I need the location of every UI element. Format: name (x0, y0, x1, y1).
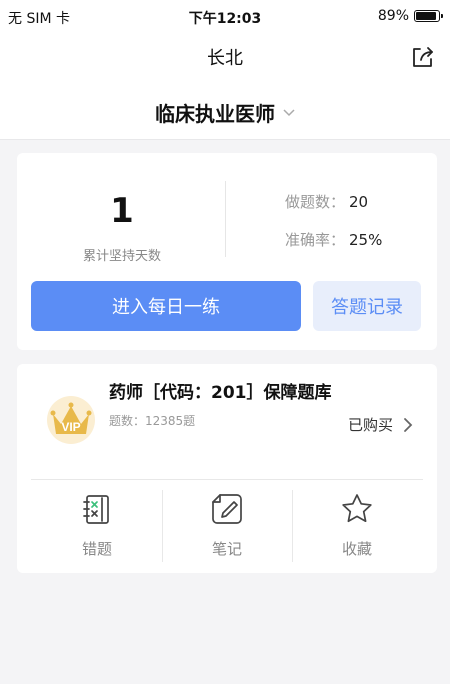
favorites-button[interactable]: 收藏 (292, 480, 422, 573)
vip-crown-icon: VIP (47, 396, 95, 444)
wrong-questions-button[interactable]: 错题 (32, 480, 162, 573)
notes-icon (212, 494, 242, 524)
subject-title: 临床执业医师 (155, 102, 275, 126)
battery-icon (414, 10, 443, 22)
star-icon (342, 494, 372, 523)
divider (225, 181, 226, 257)
purchase-status: 已购买 (348, 414, 413, 435)
question-count-label: 做题数： (285, 193, 346, 211)
nav-bar: 长北 (0, 34, 450, 78)
notes-label: 笔记 (211, 540, 242, 558)
wrong-questions-icon (83, 495, 109, 524)
notes-button[interactable]: 笔记 (162, 480, 292, 573)
answer-records-button[interactable]: 答题记录 (313, 281, 421, 331)
accuracy: 准确率： 25% (285, 229, 382, 250)
battery-status: 89% (377, 8, 443, 24)
subject-selector[interactable]: 临床执业医师 (0, 78, 450, 140)
vip-text: VIP (61, 420, 80, 434)
favorites-label: 收藏 (341, 540, 372, 558)
bank-question-count: 题数：12385题 (109, 414, 196, 428)
accuracy-label: 准确率： (285, 231, 346, 249)
question-count: 做题数： 20 (285, 191, 368, 212)
question-count-value: 20 (349, 193, 369, 211)
question-bank-item[interactable]: VIP 药师［代码：201］保障题库 题数：12385题 已购买 (17, 364, 437, 476)
battery-percent: 89% (377, 8, 409, 24)
status-bar: 无 SIM 卡 下午12:03 89% (0, 0, 450, 34)
wrong-questions-label: 错题 (81, 540, 112, 558)
question-bank-card: VIP 药师［代码：201］保障题库 题数：12385题 已购买 错题 笔记 收… (17, 364, 437, 573)
days-label: 累计坚持天数 (82, 249, 161, 264)
chevron-right-icon (404, 417, 413, 432)
chevron-down-icon (283, 108, 295, 116)
bank-title: 药师［代码：201］保障题库 (109, 383, 332, 403)
purchase-status-label: 已购买 (347, 416, 393, 434)
stats-card: 1 累计坚持天数 做题数： 20 准确率： 25% 进入每日一练 答题记录 (17, 153, 437, 350)
share-icon[interactable] (410, 44, 436, 70)
days-count: 1 (110, 191, 134, 231)
daily-practice-button[interactable]: 进入每日一练 (31, 281, 301, 331)
accuracy-value: 25% (349, 231, 383, 249)
page-title: 长北 (207, 48, 243, 69)
